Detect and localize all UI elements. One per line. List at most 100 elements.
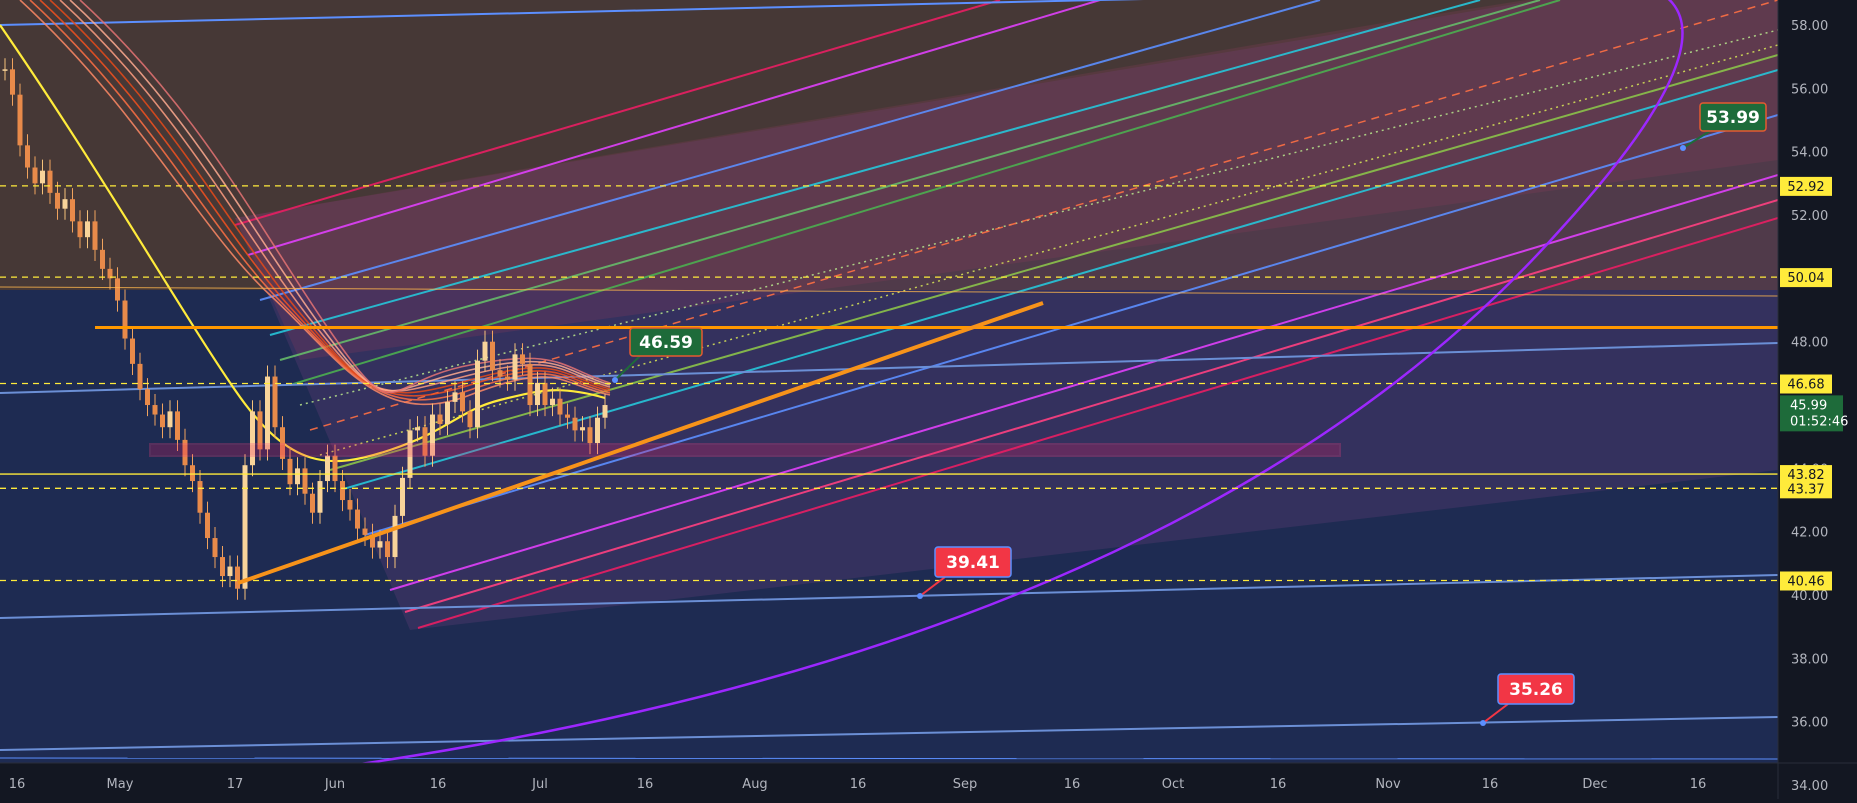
callout-anchor-dot [612,377,618,383]
time-tick-label: 16 [1482,777,1499,792]
candle-body [565,414,570,418]
candle-body [310,493,315,513]
candle-body [602,405,608,418]
support-zone-box[interactable] [149,443,1341,457]
price-tag-text: 46.68 [1787,378,1824,393]
candle-body [167,411,173,428]
price-axis-tag: 43.37 [1780,479,1832,499]
time-tick-label: May [107,777,134,792]
candle-body [100,249,105,269]
candle-body [340,481,345,501]
candle-body [190,465,195,482]
candle-body [482,341,488,361]
price-tick-label: 58.00 [1791,19,1828,34]
candle-body [445,401,450,425]
candle-body [115,278,120,301]
time-tick-label: 16 [9,777,26,792]
candle-body [122,300,128,339]
time-tick-label: 16 [1690,777,1707,792]
callout-text: 35.26 [1509,680,1563,700]
candle-body [572,417,578,431]
candle-body [317,481,323,513]
candle-body [505,376,510,380]
price-axis-tag: 40.46 [1780,571,1832,591]
candle-body [130,338,135,364]
price-tick-label: 40.00 [1791,589,1828,604]
candle-body [145,389,150,406]
candle-body [460,392,465,412]
candle-body [47,170,53,193]
candle-body [152,405,158,415]
candle-body [295,468,300,485]
price-tick-label: 52.00 [1791,209,1828,224]
price-tick-label: 42.00 [1791,526,1828,541]
time-tick-label: Dec [1582,777,1607,792]
price-axis-tag: 50.04 [1780,268,1832,288]
candle-body [557,398,563,415]
chart-container[interactable]: 46.59 53.99 39.41 35.26 58.00 56.00 54.00 52.0… [0,0,1857,799]
candle-body [250,411,255,466]
candle-body [467,411,473,428]
candle-body [205,512,210,539]
candle-body [265,376,270,450]
candle-body [377,541,383,548]
candle-body [220,557,225,577]
callout-text: 53.99 [1706,108,1760,128]
candle-body [587,427,593,444]
candle-body [62,199,68,209]
candle-body [175,411,180,440]
callout-anchor-dot [1680,145,1686,151]
candle-body [437,414,443,425]
candle-body [242,465,248,589]
candle-body [527,363,533,406]
candle-body [332,455,338,482]
last-price-text: 45.99 [1790,398,1827,413]
candle-body [550,398,555,406]
time-tick-label: Nov [1375,777,1401,792]
time-tick-label: 16 [850,777,867,792]
price-axis-tag: 46.68 [1780,374,1832,394]
candle-body [347,500,353,510]
candle-body [490,341,495,371]
callout-anchor-dot [917,593,923,599]
candle-body [212,538,218,558]
price-tag-text: 43.37 [1787,482,1824,497]
time-tick-label: 16 [430,777,447,792]
price-tick-label: 54.00 [1791,146,1828,161]
price-tag-text: 52.92 [1787,180,1824,195]
candle-body [70,199,75,222]
candle-body [287,458,293,485]
candle-body [542,382,548,406]
candle-body [535,382,540,406]
time-tick-label: 16 [1270,777,1287,792]
candle-body [385,541,390,558]
time-tick-label: Jul [531,777,548,792]
callout-text: 39.41 [946,553,1000,573]
time-tick-label: Aug [742,777,767,792]
candle-body [25,145,30,168]
candle-body [92,221,98,250]
countdown-text: 01:52:46 [1790,414,1848,429]
candle-body [137,363,143,390]
candle-body [452,392,458,402]
price-tick-label: 56.00 [1791,82,1828,97]
candle-body [40,170,45,184]
time-tick-label: 16 [1064,777,1081,792]
candle-body [400,477,405,516]
price-tick-label: 38.00 [1791,652,1828,667]
callout-text: 46.59 [639,333,693,353]
candle-body [235,566,240,589]
candle-body [160,414,165,428]
time-tick-label: 17 [227,777,244,792]
candle-body [325,455,330,482]
candle-body [362,528,368,535]
time-tick-label: Jun [324,777,345,792]
price-axis-tag: 52.92 [1780,176,1832,196]
candle-body [497,370,503,377]
candle-body [392,515,398,558]
chart-svg[interactable]: 46.59 53.99 39.41 35.26 58.00 56.00 54.00 52.0… [0,0,1857,799]
candle-body [10,69,15,95]
candle-body [32,167,38,184]
candle-body [227,566,233,577]
candle-body [85,221,90,238]
